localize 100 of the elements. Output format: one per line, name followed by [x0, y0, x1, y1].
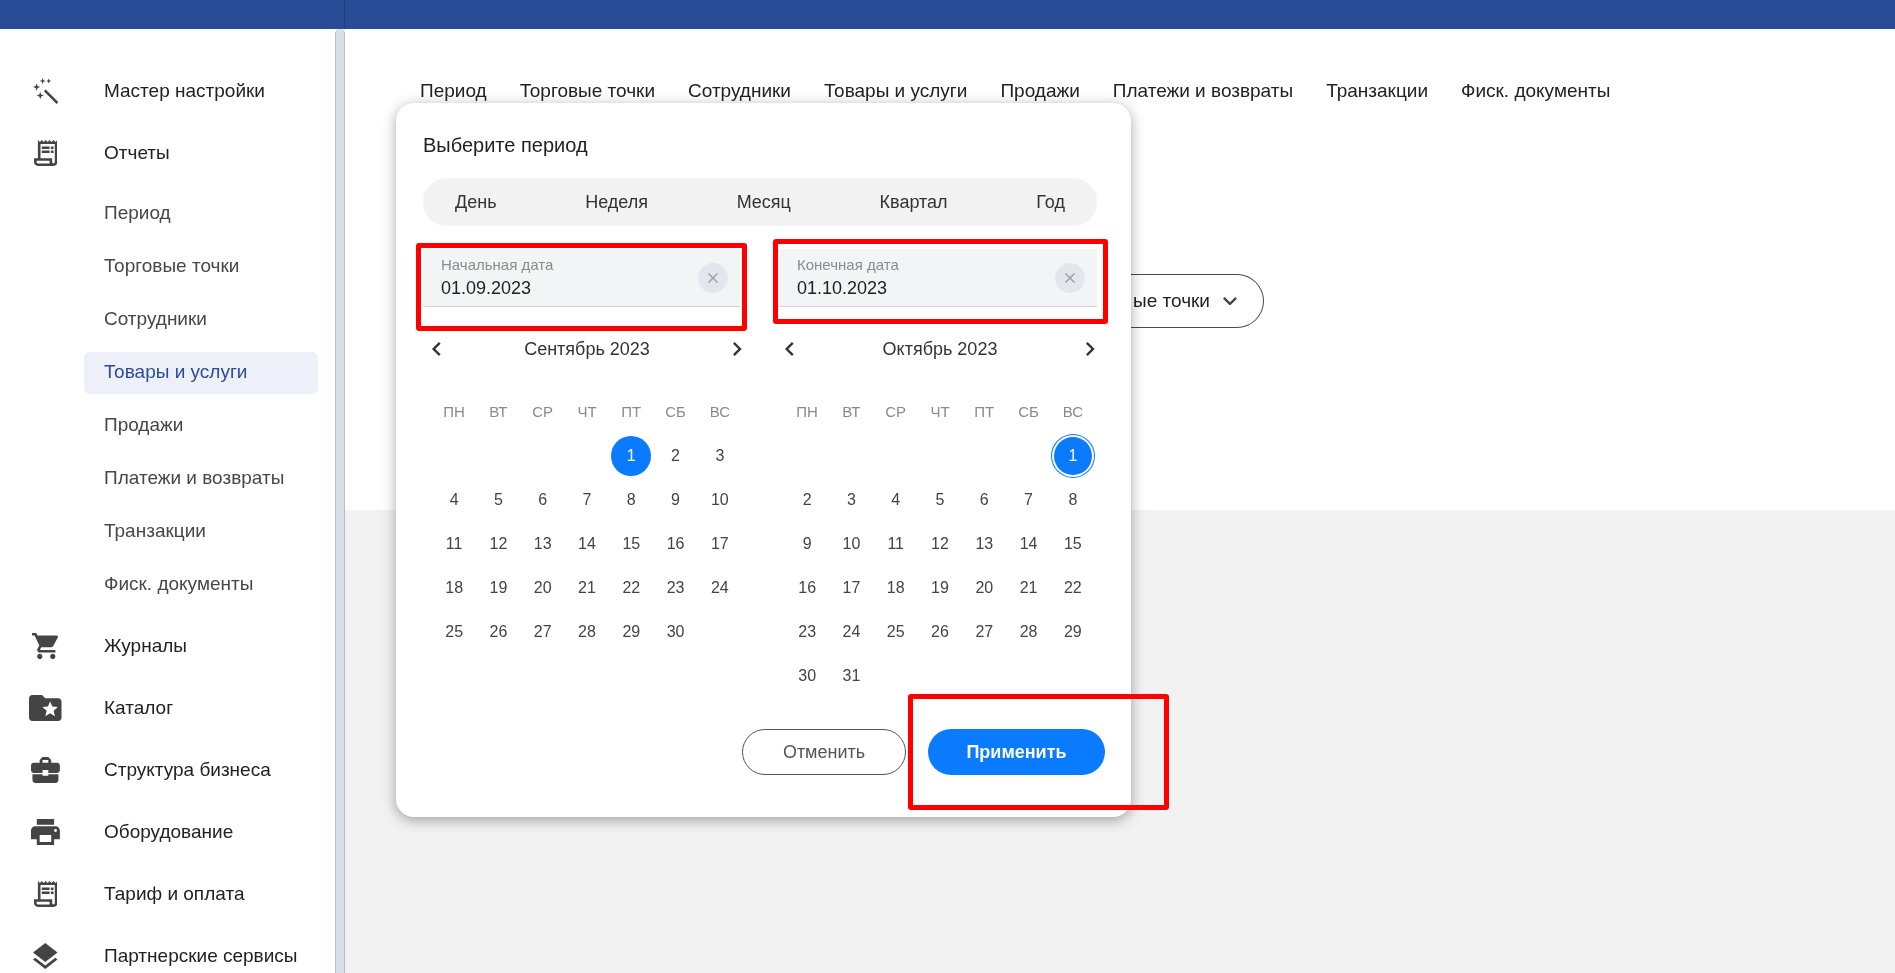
calendar-day[interactable]: 19	[489, 576, 508, 600]
calendar-day[interactable]: 4	[449, 488, 459, 512]
sidebar-subitem[interactable]: Фиск. документы	[104, 570, 254, 599]
calendar-day[interactable]: 22	[622, 576, 641, 600]
next-month-button[interactable]	[733, 342, 742, 356]
calendar-day[interactable]: 12	[931, 532, 949, 556]
apply-button[interactable]: Применить	[928, 729, 1105, 775]
sidebar-item[interactable]: Мастер настройки	[32, 76, 265, 106]
calendar-day[interactable]: 7	[1024, 488, 1033, 512]
calendar-day[interactable]: 1	[611, 436, 652, 476]
calendar-day[interactable]: 30	[666, 620, 685, 644]
date-field[interactable]: Конечная дата 01.10.2023	[779, 249, 1097, 307]
calendar-day[interactable]: 21	[1019, 576, 1038, 600]
calendar-day[interactable]: 25	[886, 620, 905, 644]
scrollbar-thumb[interactable]	[335, 29, 345, 973]
calendar-day[interactable]: 8	[1068, 488, 1078, 512]
nav-tab[interactable]: Торговые точки	[519, 76, 656, 106]
calendar-day[interactable]: 14	[578, 532, 596, 556]
sidebar-item[interactable]: Оборудование	[32, 817, 234, 847]
calendar-day[interactable]: 4	[891, 488, 901, 512]
period-tab[interactable]: Год	[1036, 188, 1065, 216]
calendar-day[interactable]: 15	[1063, 532, 1082, 556]
sidebar-item[interactable]: Партнерские сервисы	[32, 941, 298, 971]
calendar-day[interactable]: 28	[578, 620, 596, 644]
previous-month-button[interactable]	[432, 342, 441, 356]
calendar-day[interactable]: 11	[445, 532, 463, 556]
calendar-day[interactable]: 29	[622, 620, 641, 644]
nav-tab[interactable]: Период	[420, 76, 487, 106]
calendar-day[interactable]: 20	[533, 576, 552, 600]
nav-tab[interactable]: Транзакции	[1326, 76, 1428, 106]
calendar-day[interactable]: 26	[489, 620, 508, 644]
calendar-day[interactable]: 1	[1053, 437, 1092, 475]
calendar-day[interactable]: 2	[802, 488, 812, 512]
calendar-day[interactable]: 24	[842, 620, 861, 644]
next-month-button[interactable]	[1086, 342, 1095, 356]
calendar-day[interactable]: 27	[533, 620, 552, 644]
calendar-day[interactable]: 16	[666, 532, 685, 556]
calendar-day[interactable]: 13	[975, 532, 994, 556]
previous-month-button[interactable]	[785, 342, 794, 356]
calendar-day[interactable]: 23	[666, 576, 685, 600]
period-tab[interactable]: Квартал	[879, 188, 948, 216]
calendar-day[interactable]: 17	[710, 532, 729, 556]
calendar-day[interactable]: 30	[798, 664, 817, 688]
calendar-day[interactable]: 11	[887, 532, 904, 556]
nav-tab[interactable]: Продажи	[1000, 76, 1080, 106]
nav-tab[interactable]: Платежи и возвраты	[1112, 76, 1294, 106]
calendar-day[interactable]: 5	[493, 488, 503, 512]
calendar-day[interactable]: 9	[802, 532, 812, 556]
calendar-day[interactable]: 29	[1063, 620, 1082, 644]
sidebar-item[interactable]: Тариф и оплата	[32, 879, 245, 909]
calendar-day[interactable]: 12	[489, 532, 508, 556]
calendar-day[interactable]: 3	[846, 488, 856, 512]
sidebar-subitem[interactable]: Сотрудники	[104, 305, 207, 334]
calendar-day[interactable]: 27	[975, 620, 994, 644]
nav-tab[interactable]: Товары и услуги	[823, 76, 968, 106]
calendar-day[interactable]: 28	[1019, 620, 1038, 644]
sidebar-item[interactable]: Структура бизнеса	[32, 755, 271, 785]
calendar-day[interactable]: 24	[710, 576, 729, 600]
calendar-day[interactable]: 5	[935, 488, 945, 512]
calendar-day[interactable]: 13	[533, 532, 552, 556]
calendar-day[interactable]: 18	[886, 576, 905, 600]
calendar-day[interactable]: 18	[445, 576, 464, 600]
calendar-day[interactable]: 14	[1019, 532, 1038, 556]
calendar-day[interactable]: 10	[710, 488, 729, 512]
calendar-day[interactable]: 26	[931, 620, 949, 644]
calendar-day[interactable]: 7	[582, 488, 592, 512]
sidebar-subitem[interactable]: Торговые точки	[104, 252, 240, 281]
period-tab[interactable]: Месяц	[736, 188, 791, 216]
calendar-day[interactable]: 19	[931, 576, 949, 600]
sidebar-subitem[interactable]: Транзакции	[104, 517, 206, 546]
nav-tab[interactable]: Фиск. документы	[1461, 76, 1611, 106]
calendar-day[interactable]: 31	[842, 664, 861, 688]
date-field[interactable]: Начальная дата 01.09.2023	[423, 249, 740, 307]
sidebar-item[interactable]: Каталог	[32, 693, 174, 723]
calendar-day[interactable]: 6	[979, 488, 989, 512]
sidebar-subitem[interactable]: Продажи	[104, 411, 184, 440]
calendar-day[interactable]: 8	[626, 488, 636, 512]
sidebar-subitem[interactable]: Период	[104, 199, 171, 228]
calendar-day[interactable]: 16	[798, 576, 817, 600]
sidebar-subitem[interactable]: Платежи и возвраты	[104, 464, 285, 493]
date-value: 01.10.2023	[797, 276, 888, 300]
period-tab[interactable]: Неделя	[585, 188, 648, 216]
calendar-day[interactable]: 17	[842, 576, 861, 600]
calendar-day[interactable]: 21	[578, 576, 596, 600]
sidebar-item[interactable]: Отчеты	[32, 138, 170, 168]
calendar-day[interactable]: 10	[842, 532, 861, 556]
calendar-day[interactable]: 2	[671, 444, 680, 468]
calendar-day[interactable]: 22	[1063, 576, 1082, 600]
calendar-day[interactable]: 15	[622, 532, 641, 556]
nav-tab[interactable]: Сотрудники	[688, 76, 791, 106]
period-tab[interactable]: День	[455, 188, 497, 216]
calendar-day[interactable]: 20	[975, 576, 994, 600]
layers-icon	[33, 943, 58, 969]
calendar-day[interactable]: 6	[538, 488, 548, 512]
sidebar-subitem[interactable]: Товары и услуги	[84, 351, 318, 394]
calendar-day[interactable]: 9	[671, 488, 680, 512]
sidebar-item[interactable]: Журналы	[32, 631, 187, 661]
calendar-day[interactable]: 23	[798, 620, 817, 644]
calendar-day[interactable]: 25	[445, 620, 464, 644]
calendar-day[interactable]: 3	[715, 444, 725, 468]
